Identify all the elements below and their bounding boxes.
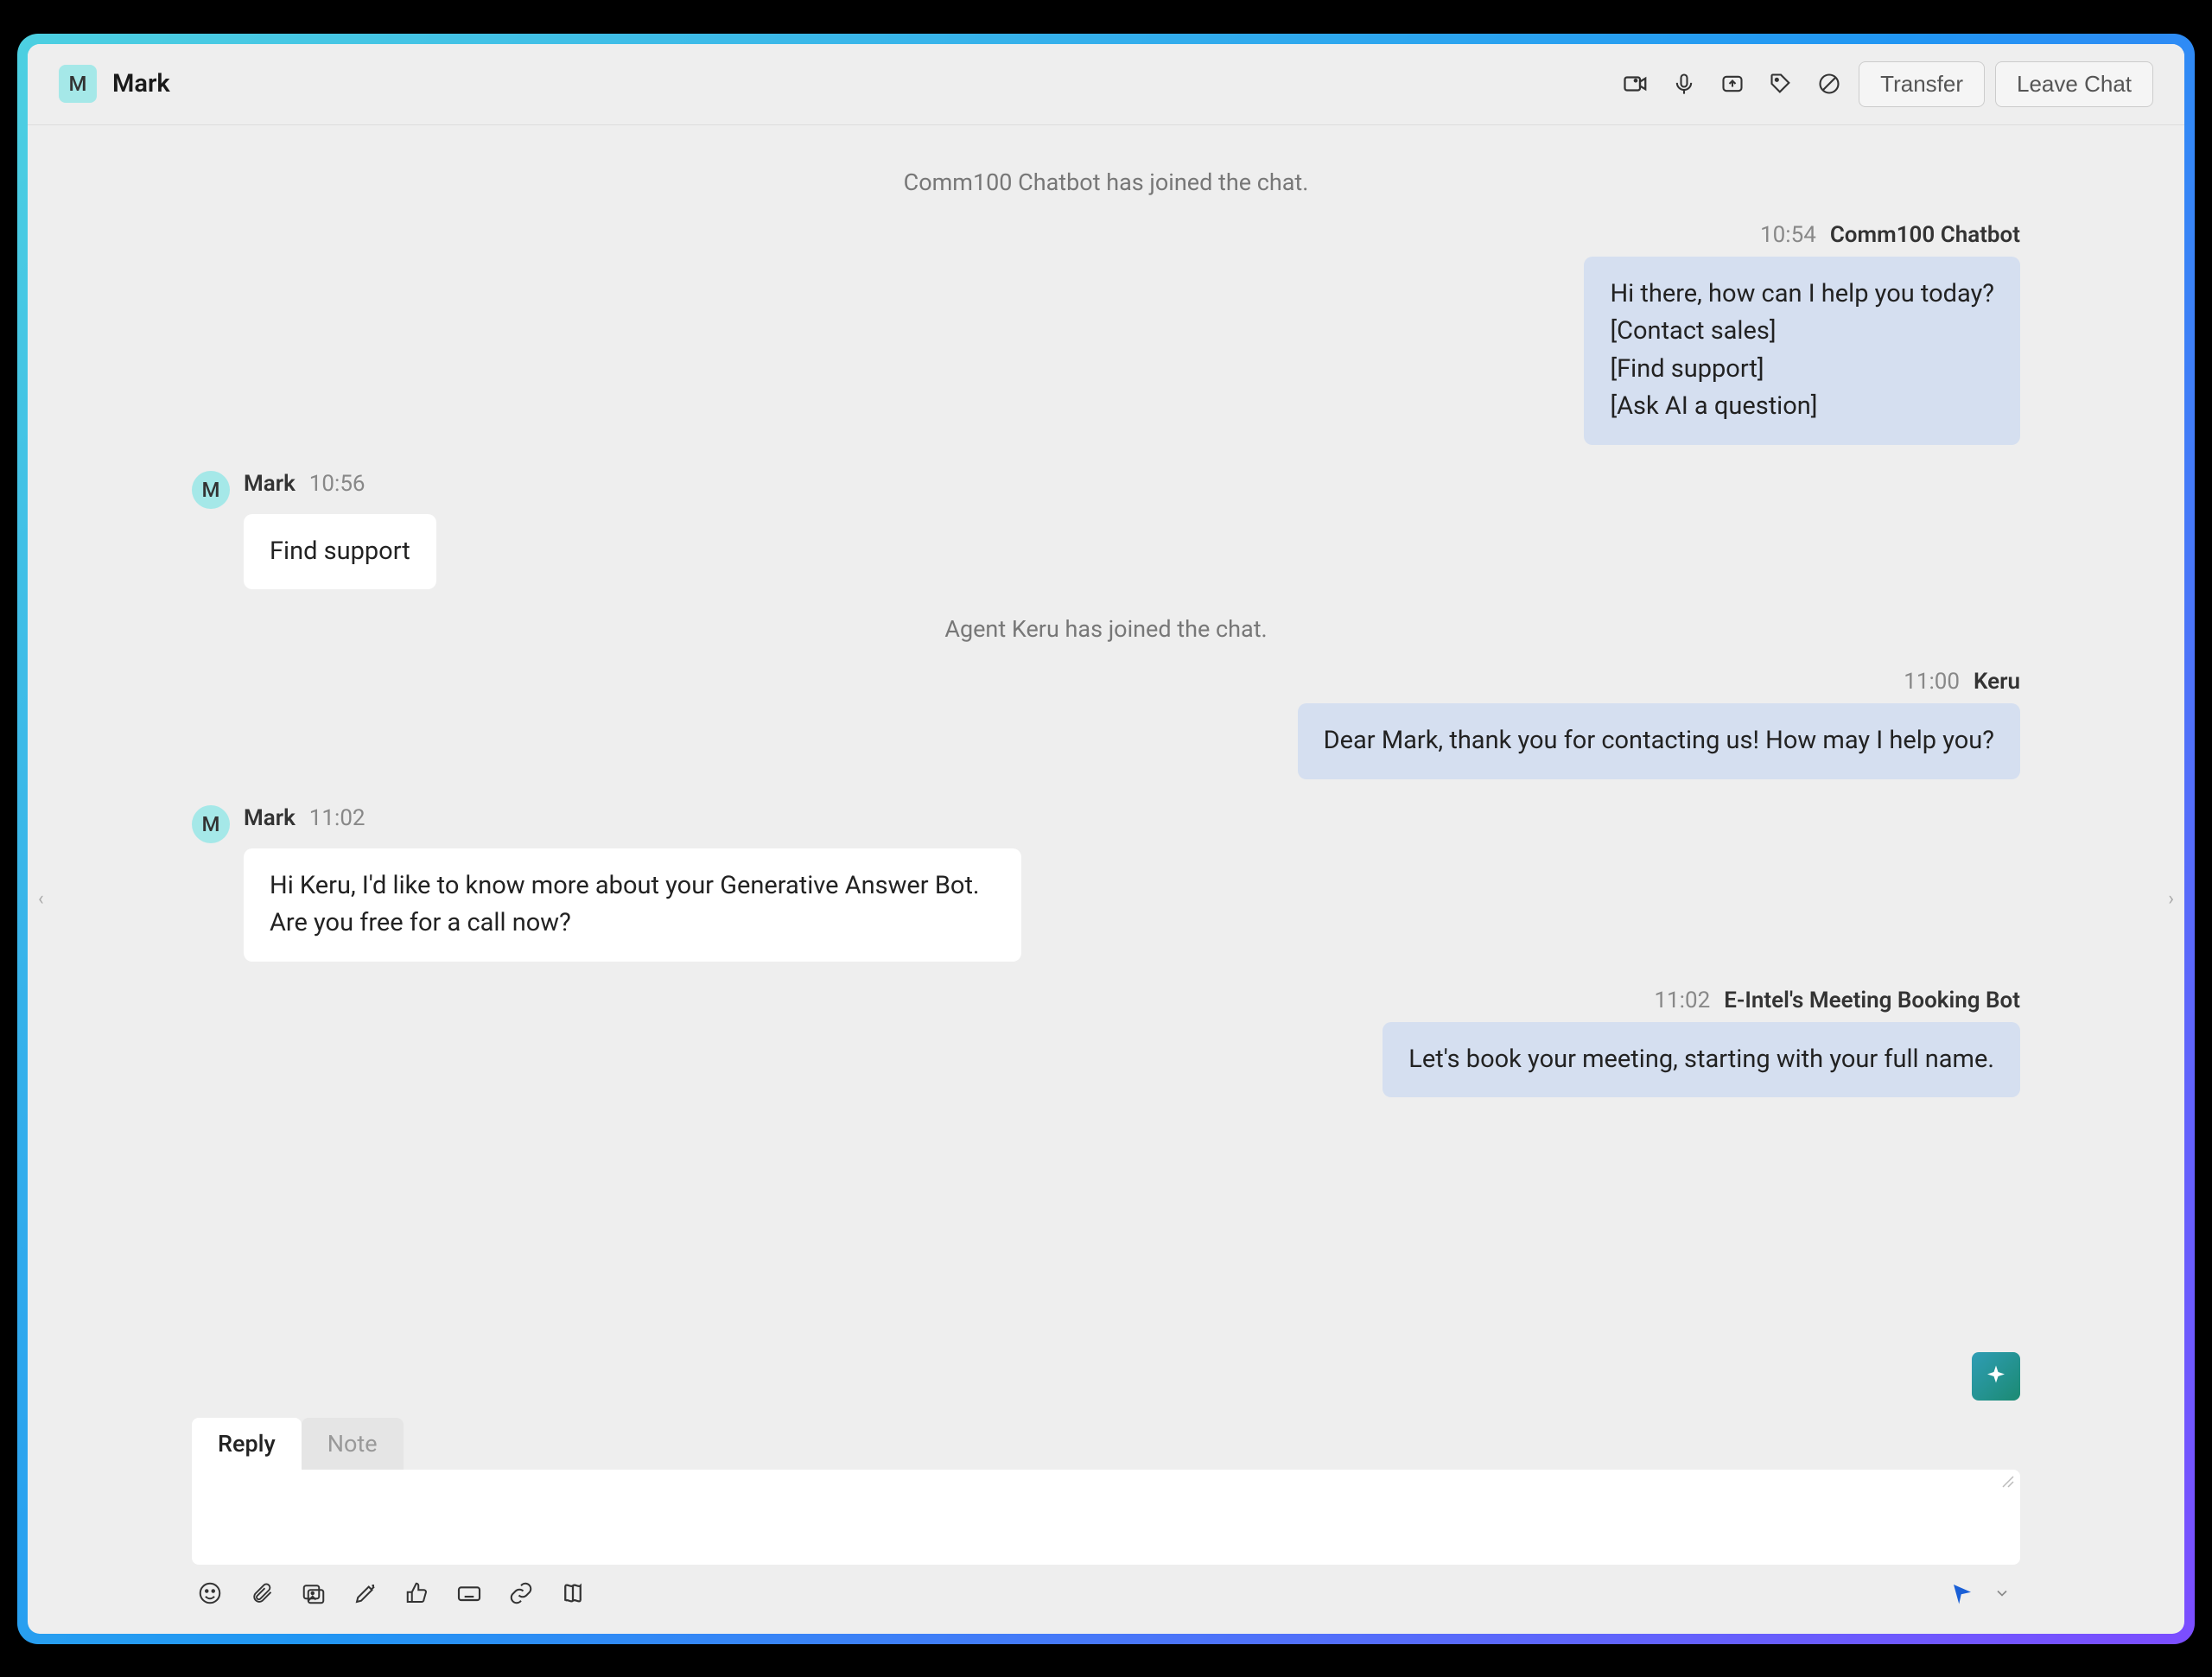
- thumbs-up-icon[interactable]: [403, 1579, 432, 1608]
- visitor-avatar[interactable]: M: [59, 65, 97, 103]
- message-avatar: M: [192, 805, 230, 843]
- transfer-button[interactable]: Transfer: [1859, 61, 1985, 107]
- system-message: Comm100 Chatbot has joined the chat.: [192, 168, 2020, 196]
- message-sender: Keru: [1974, 669, 2020, 695]
- message-bubble: Let's book your meeting, starting with y…: [1382, 1022, 2020, 1098]
- compose-toolbar: [192, 1565, 2020, 1608]
- tab-reply[interactable]: Reply: [192, 1418, 302, 1470]
- emoji-icon[interactable]: [195, 1579, 225, 1608]
- attachment-icon[interactable]: [247, 1579, 276, 1608]
- message-bubble: Find support: [244, 514, 436, 590]
- message-block: M Mark 11:02 Hi Keru, I'd like to know m…: [192, 805, 2020, 962]
- message-block: 11:02 E-Intel's Meeting Booking Bot Let'…: [192, 988, 2020, 1098]
- avatar-letter: M: [69, 72, 87, 96]
- compose-input[interactable]: [192, 1470, 2020, 1565]
- image-icon[interactable]: [299, 1579, 328, 1608]
- message-sender: Mark: [244, 805, 296, 831]
- link-icon[interactable]: [506, 1579, 536, 1608]
- chat-body[interactable]: Comm100 Chatbot has joined the chat. 10:…: [28, 125, 2184, 1418]
- microphone-icon[interactable]: [1665, 65, 1703, 103]
- message-sender: Comm100 Chatbot: [1830, 222, 2020, 248]
- resize-handle-icon[interactable]: [2001, 1475, 2015, 1489]
- message-time: 11:00: [1904, 669, 1960, 695]
- app-frame: M Mark Transfer: [17, 34, 2195, 1644]
- toolbar-left: [195, 1579, 588, 1608]
- chat-container: ‹ › Comm100 Chatbot has joined the chat.…: [28, 125, 2184, 1634]
- header-left: M Mark: [59, 65, 170, 103]
- app-window: M Mark Transfer: [28, 44, 2184, 1634]
- message-sender: Mark: [244, 471, 296, 497]
- message-time: 11:02: [1654, 988, 1710, 1013]
- message-sender: E-Intel's Meeting Booking Bot: [1724, 988, 2020, 1013]
- ban-icon[interactable]: [1810, 65, 1848, 103]
- message-time: 10:56: [309, 471, 365, 497]
- video-icon[interactable]: [1617, 65, 1655, 103]
- message-bubble: Dear Mark, thank you for contacting us! …: [1298, 703, 2020, 779]
- message-meta: 11:02 E-Intel's Meeting Booking Bot: [192, 988, 2020, 1013]
- message-meta: Mark 11:02: [244, 805, 1021, 831]
- header-right: Transfer Leave Chat: [1617, 61, 2153, 107]
- message-time: 11:02: [309, 805, 365, 831]
- message-avatar: M: [192, 471, 230, 509]
- message-block: M Mark 10:56 Find support: [192, 471, 2020, 590]
- magic-edit-icon[interactable]: [351, 1579, 380, 1608]
- composer: Reply Note: [28, 1418, 2184, 1634]
- message-bubble: Hi Keru, I'd like to know more about you…: [244, 848, 1021, 962]
- header: M Mark Transfer: [28, 44, 2184, 125]
- visitor-name: Mark: [112, 69, 170, 98]
- message-block: 11:00 Keru Dear Mark, thank you for cont…: [192, 669, 2020, 779]
- keyboard-icon[interactable]: [454, 1579, 484, 1608]
- app-grid-icon[interactable]: [558, 1579, 588, 1608]
- message-meta: Mark 10:56: [244, 471, 436, 497]
- tag-icon[interactable]: [1762, 65, 1800, 103]
- message-meta: 11:00 Keru: [192, 669, 2020, 695]
- message-time: 10:54: [1760, 222, 1816, 248]
- message-block: 10:54 Comm100 Chatbot Hi there, how can …: [192, 222, 2020, 445]
- message-bubble: Hi there, how can I help you today? [Con…: [1584, 257, 2020, 445]
- send-dropdown-icon[interactable]: [1987, 1579, 2017, 1608]
- system-message: Agent Keru has joined the chat.: [192, 615, 2020, 643]
- message-meta: 10:54 Comm100 Chatbot: [192, 222, 2020, 248]
- send-cursor-icon[interactable]: [1948, 1579, 1977, 1608]
- composer-tabs: Reply Note: [192, 1418, 2020, 1470]
- upload-icon[interactable]: [1713, 65, 1751, 103]
- tab-note[interactable]: Note: [302, 1418, 404, 1470]
- ai-assist-button[interactable]: [1972, 1352, 2020, 1401]
- leave-chat-button[interactable]: Leave Chat: [1995, 61, 2153, 107]
- toolbar-right: [1948, 1579, 2017, 1608]
